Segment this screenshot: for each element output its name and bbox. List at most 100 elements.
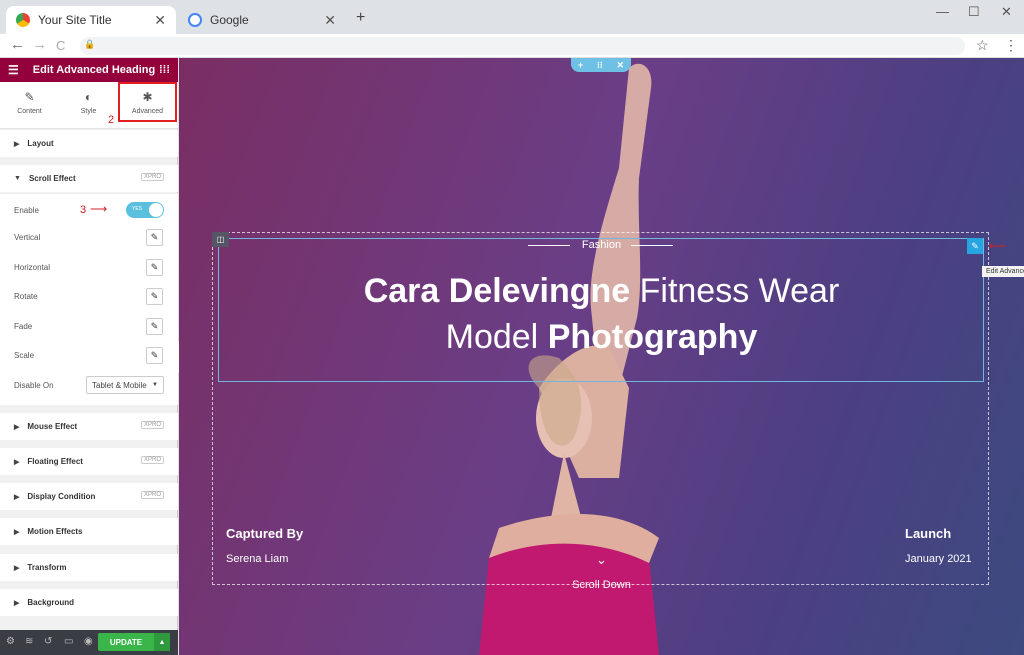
pencil-icon: ✎ [150,262,159,272]
tab-your-site-title[interactable]: Your Site Title ✕ [6,6,176,34]
caret-right-icon: ▶ [14,493,20,501]
heading-bold-text: Photography [547,318,758,356]
tab-google[interactable]: Google ✕ [178,6,346,34]
panel-header: ☰ Edit Advanced Heading ⁞⁞⁞ [0,58,178,82]
fade-label: Fade [14,322,33,331]
step-2-marker: 2 [108,114,115,126]
toggle-state: YES [132,206,143,212]
section-mouse-effect[interactable]: ▶ Mouse Effect XPRO [0,413,178,440]
heading-light-text: Fitness Wear [630,272,840,310]
section-label: Mouse Effect [27,422,78,431]
caret-right-icon: ▶ [14,599,20,607]
chevron-down-icon[interactable]: ⌄ [179,552,1024,568]
section-label: Layout [27,139,54,148]
section-motion-effects[interactable]: ▶ Motion Effects [0,518,178,545]
captured-by-label: Captured By [226,526,304,541]
address-input[interactable]: 🔒 [80,37,965,55]
widgets-grid-icon[interactable]: ⁞⁞⁞ [159,64,170,76]
pro-badge: XPRO [140,173,164,181]
enable-toggle[interactable]: YES [126,202,164,218]
pencil-icon: ✎ [150,232,159,242]
section-transform[interactable]: ▶ Transform [0,554,178,581]
browser-menu-icon[interactable]: ⋮ [1004,37,1018,54]
caret-right-icon: ▶ [14,564,20,572]
update-button[interactable]: UPDATE [98,633,154,651]
launch-label: Launch [905,526,952,541]
heading-line-2: Model Photography [179,314,1024,360]
address-toolbar: ← → C 🔒 ☆ ⋮ [0,34,1024,58]
heading-bold-text: Cara Delevingne [363,272,631,310]
page-canvas: + ⁝⁝ ✕ ◫ ✎ Edit Advanced Heading ⟵ Fashi… [179,58,1024,655]
section-label: Motion Effects [27,527,83,536]
rotate-label: Rotate [14,292,38,301]
history-icon[interactable]: ↺ [44,636,52,647]
fade-edit-button[interactable]: ✎ [146,318,163,335]
section-toolbar[interactable]: + ⁝⁝ ✕ [571,58,631,72]
section-floating-effect[interactable]: ▶ Floating Effect XPRO [0,448,178,475]
drag-handle-icon[interactable]: ⁝⁝ [597,60,603,71]
preview-eye-icon[interactable]: ◉ [84,636,93,647]
pencil-icon: ✎ [24,90,35,104]
half-circle-icon: ◐ [84,90,93,104]
tab-label: Content [17,108,42,115]
section-scroll-effect[interactable]: ▼ Scroll Effect XPRO [0,165,178,192]
horizontal-edit-button[interactable]: ✎ [146,259,163,276]
google-favicon-icon [188,13,202,27]
heading-light-text: Model [445,318,548,356]
hamburger-menu-icon[interactable]: ☰ [8,63,19,77]
scale-label: Scale [14,351,35,360]
update-options-button[interactable]: ▲ [154,633,170,651]
lock-icon: 🔒 [84,39,96,49]
maximize-button[interactable]: ☐ [968,4,980,20]
section-background[interactable]: ▶ Background [0,589,178,616]
advanced-highlight-box [118,82,177,122]
toggle-knob [149,203,163,217]
navigator-layers-icon[interactable]: ≋ [25,636,33,647]
add-section-icon[interactable]: + [578,60,583,70]
section-label: Scroll Effect [28,174,76,183]
enable-label: Enable [14,206,39,215]
section-display-condition[interactable]: ▶ Display Condition XPRO [0,483,178,510]
scroll-down-label[interactable]: Scroll Down [179,579,1024,591]
settings-gear-icon[interactable]: ⚙ [6,636,15,647]
select-value: Tablet & Mobile [92,381,147,390]
tab-content[interactable]: ✎ Content [0,82,59,129]
delete-section-icon[interactable]: ✕ [617,60,625,71]
reload-icon[interactable]: C [56,38,65,53]
disable-on-select[interactable]: Tablet & Mobile ▼ [86,376,164,394]
chrome-favicon-icon [16,13,30,27]
minimize-button[interactable]: — [936,4,949,19]
forward-icon[interactable]: → [32,36,47,53]
horizontal-label: Horizontal [14,263,51,272]
heading-kicker: Fashion [581,239,622,251]
close-window-button[interactable]: ✕ [1001,4,1012,20]
panel-tabs: ✎ Content ◐ Style ✱ Advanced 2 [0,82,178,129]
section-label: Display Condition [27,492,96,501]
scale-edit-button[interactable]: ✎ [146,347,163,364]
arrow-right-icon: ⟶ [90,202,108,216]
tab-title: Your Site Title [38,13,112,27]
caret-down-icon: ▼ [14,175,21,182]
vertical-edit-button[interactable]: ✎ [146,229,163,246]
section-label: Background [27,598,75,607]
rotate-edit-button[interactable]: ✎ [146,288,163,305]
caret-right-icon: ▶ [14,528,20,536]
close-tab-icon[interactable]: ✕ [324,12,336,29]
caret-right-icon: ▶ [14,423,20,431]
responsive-mode-icon[interactable]: ▭ [64,636,73,647]
panel-title: Edit Advanced Heading [32,64,156,76]
heading-line-1: Cara Delevingne Fitness Wear [179,268,1024,314]
pro-badge: XPRO [140,421,164,429]
bookmark-star-icon[interactable]: ☆ [976,37,989,54]
back-icon[interactable]: ← [10,36,25,53]
tab-label: Style [80,108,97,115]
pencil-icon: ✎ [150,291,159,301]
section-layout[interactable]: ▶ Layout [0,130,178,157]
caret-right-icon: ▶ [14,458,20,466]
browser-tab-strip: Your Site Title ✕ Google ✕ + — ☐ ✕ [0,0,1024,34]
close-tab-icon[interactable]: ✕ [154,12,166,29]
caret-up-icon: ▲ [158,638,166,646]
pencil-icon: ✎ [150,350,159,360]
new-tab-button[interactable]: + [356,9,365,27]
pencil-icon: ✎ [150,321,159,331]
